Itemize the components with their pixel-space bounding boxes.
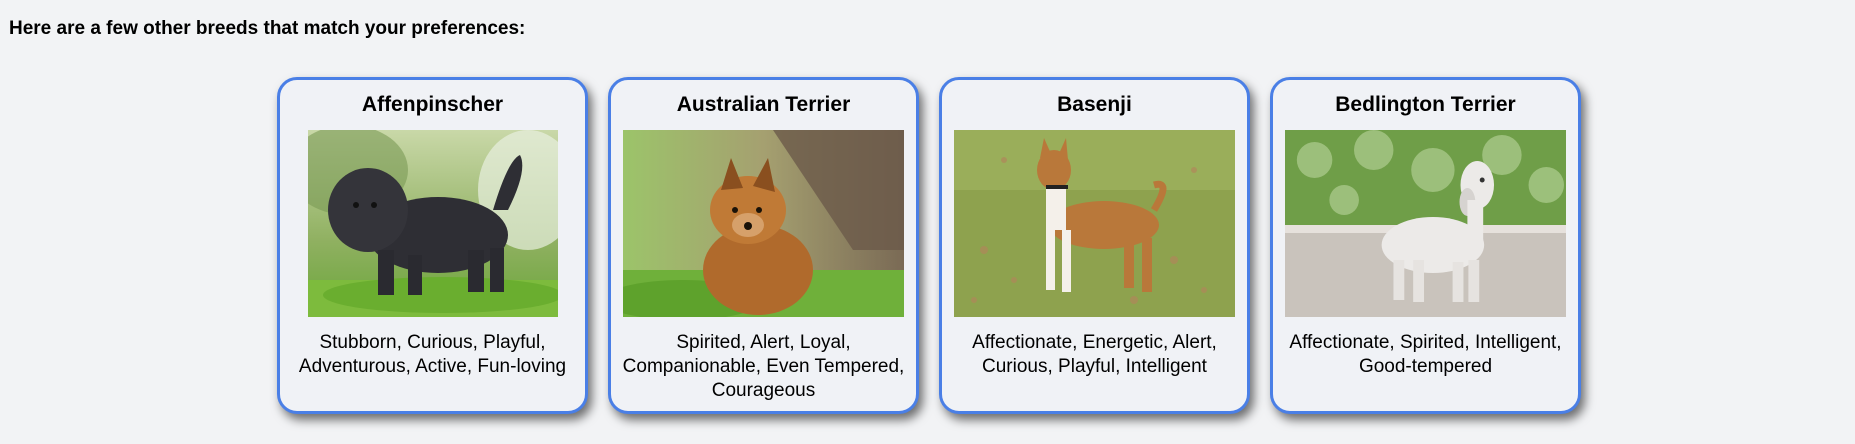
basenji-photo	[954, 130, 1235, 317]
breed-card-list: Affenpinscher Stubborn, Curious, Playful…	[277, 77, 1581, 414]
breed-name: Australian Terrier	[676, 93, 851, 116]
affenpinscher-photo	[307, 130, 558, 317]
breed-name: Basenji	[1057, 93, 1132, 116]
breed-name: Affenpinscher	[361, 93, 504, 116]
results-heading: Here are a few other breeds that match y…	[9, 18, 526, 39]
breed-card-affenpinscher[interactable]: Affenpinscher Stubborn, Curious, Playful…	[277, 77, 588, 414]
australian-terrier-photo	[623, 130, 904, 317]
bedlington-terrier-photo	[1285, 130, 1566, 317]
breed-name: Bedlington Terrier	[1335, 93, 1516, 116]
breed-traits: Affectionate, Spirited, Intelligent, Goo…	[1289, 332, 1562, 377]
breed-card-basenji[interactable]: Basenji Affectionate, Energetic, Alert, …	[939, 77, 1250, 414]
breed-card-australian-terrier[interactable]: Australian Terrier Spirited, Alert, Loya…	[608, 77, 919, 414]
breed-traits: Affectionate, Energetic, Alert, Curious,…	[972, 332, 1217, 377]
breed-traits: Spirited, Alert, Loyal, Companionable, E…	[622, 332, 905, 401]
breed-traits: Stubborn, Curious, Playful, Adventurous,…	[298, 332, 567, 377]
breed-card-bedlington-terrier[interactable]: Bedlington Terrier Affectionate, Spirite…	[1270, 77, 1581, 414]
